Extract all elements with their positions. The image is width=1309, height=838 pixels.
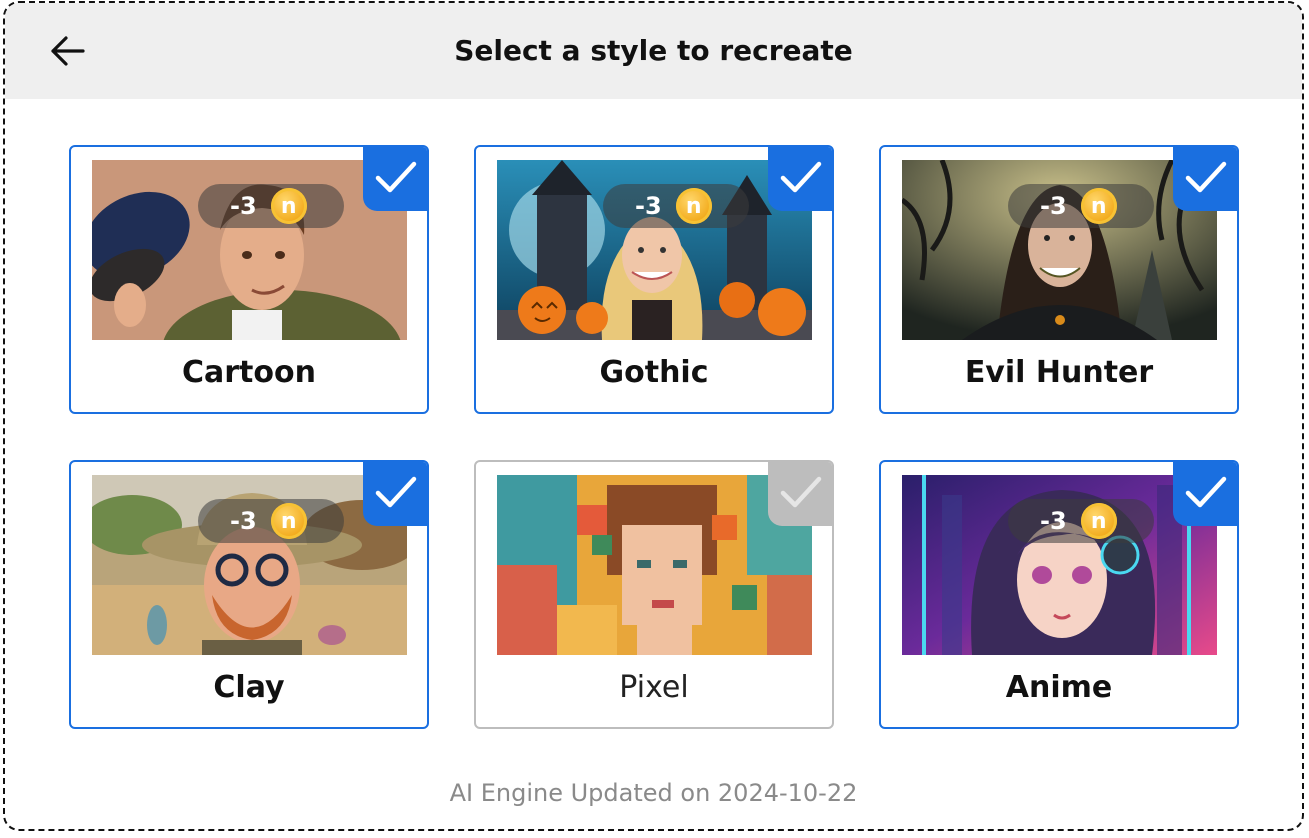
coin-icon: n xyxy=(270,188,307,224)
dialog-header: Select a style to recreate xyxy=(5,3,1302,99)
style-card-clay[interactable]: -3 n Clay xyxy=(69,460,429,729)
style-thumbnail-pixel xyxy=(497,475,812,655)
back-button[interactable] xyxy=(47,31,87,71)
style-label: Cartoon xyxy=(182,355,316,390)
checkmark-icon xyxy=(768,462,832,526)
style-card-gothic[interactable]: -3 n Gothic xyxy=(474,145,834,414)
cost-value: -3 xyxy=(230,507,257,535)
cost-value: -3 xyxy=(635,192,662,220)
style-label: Anime xyxy=(1005,670,1113,705)
style-card-evil-hunter[interactable]: -3 n Evil Hunter xyxy=(879,145,1239,414)
style-label: Evil Hunter xyxy=(964,355,1154,390)
style-label: Pixel xyxy=(619,670,689,705)
page-title: Select a style to recreate xyxy=(454,34,853,67)
cost-value: -3 xyxy=(230,192,257,220)
checkmark-icon xyxy=(363,462,427,526)
cost-badge: -3 n xyxy=(198,499,344,543)
style-card-cartoon[interactable]: -3 n Cartoon xyxy=(69,145,429,414)
arrow-left-icon xyxy=(51,36,85,66)
coin-icon: n xyxy=(675,188,712,224)
cost-value: -3 xyxy=(1040,192,1067,220)
checkmark-icon xyxy=(768,147,832,211)
coin-icon: n xyxy=(270,503,307,539)
style-card-pixel[interactable]: Pixel xyxy=(474,460,834,729)
engine-update-note: AI Engine Updated on 2024-10-22 xyxy=(449,779,858,807)
style-thumbnail-evil-hunter: -3 n xyxy=(902,160,1217,340)
style-thumbnail-anime: -3 n xyxy=(902,475,1217,655)
coin-icon: n xyxy=(1080,503,1117,539)
checkmark-icon xyxy=(1173,462,1237,526)
style-dialog: Select a style to recreate -3 n Cartoon … xyxy=(3,1,1304,831)
style-label: Gothic xyxy=(599,355,709,390)
style-thumbnail-cartoon: -3 n xyxy=(92,160,407,340)
cost-badge: -3 n xyxy=(198,184,344,228)
style-thumbnail-gothic: -3 n xyxy=(497,160,812,340)
style-card-anime[interactable]: -3 n Anime xyxy=(879,460,1239,729)
cost-badge: -3 n xyxy=(1008,184,1154,228)
checkmark-icon xyxy=(1173,147,1237,211)
cost-value: -3 xyxy=(1040,507,1067,535)
style-thumbnail-clay: -3 n xyxy=(92,475,407,655)
checkmark-icon xyxy=(363,147,427,211)
cost-badge: -3 n xyxy=(1008,499,1154,543)
coin-icon: n xyxy=(1080,188,1117,224)
style-label: Clay xyxy=(213,670,285,705)
cost-badge: -3 n xyxy=(603,184,749,228)
